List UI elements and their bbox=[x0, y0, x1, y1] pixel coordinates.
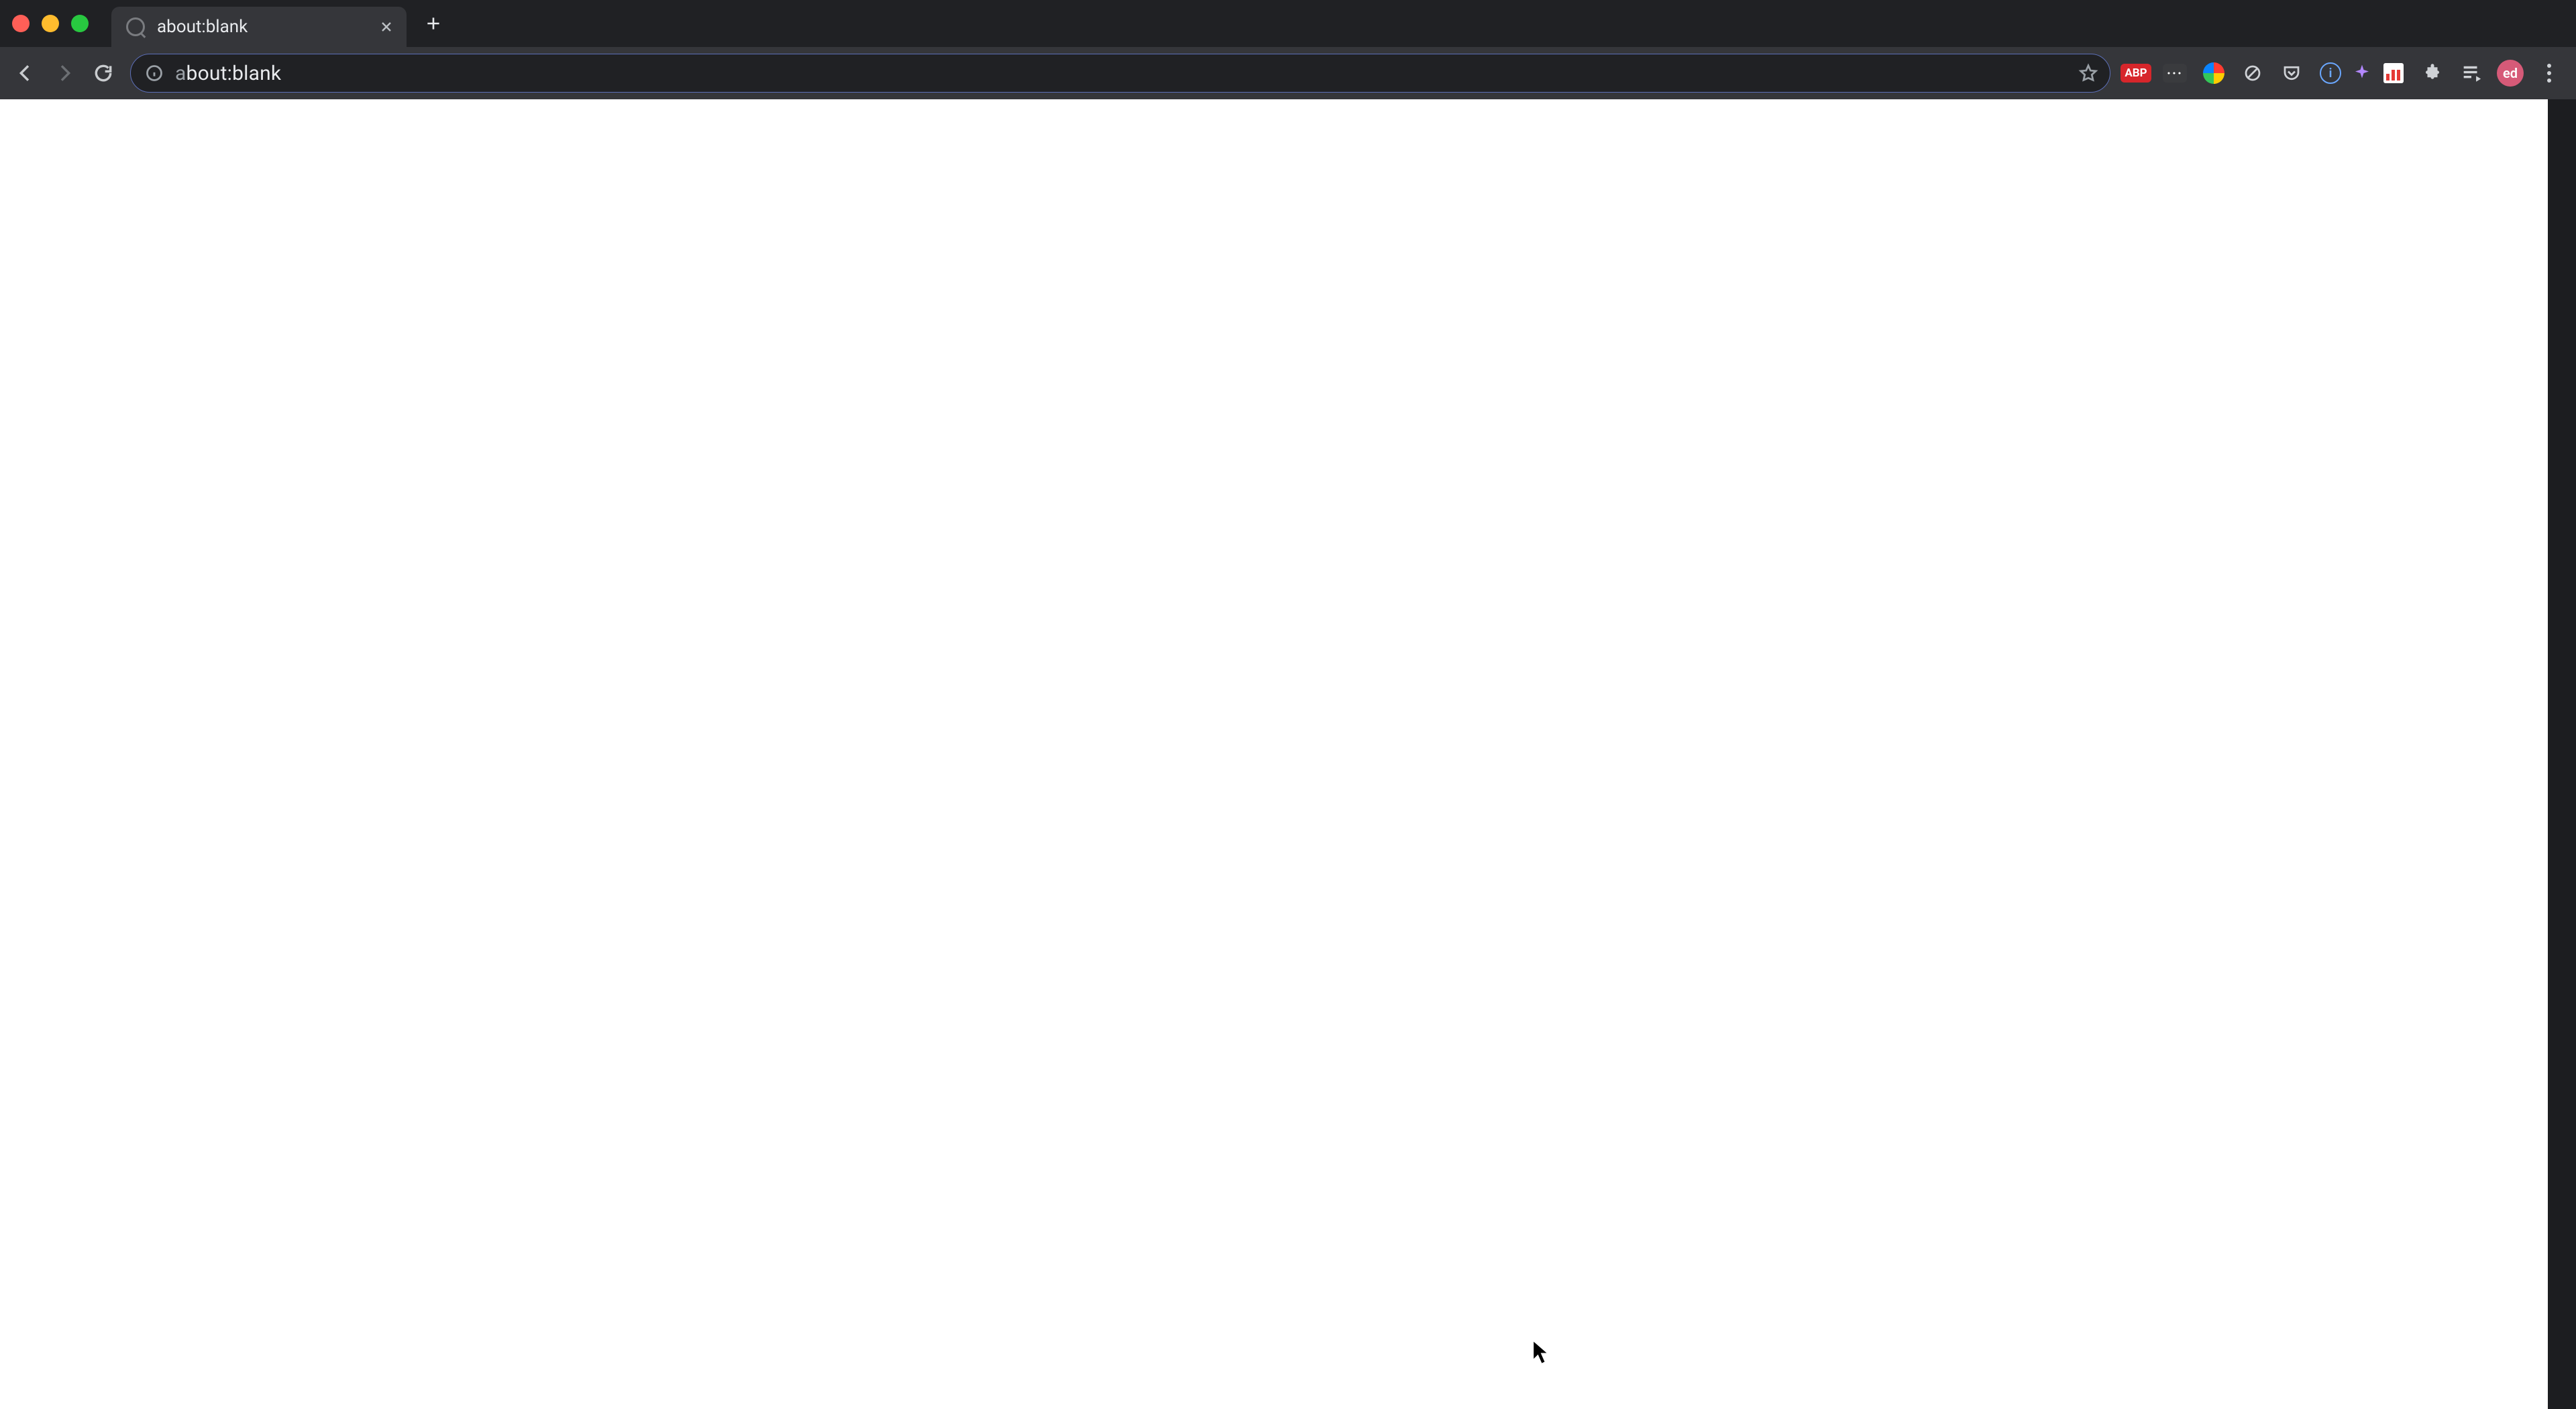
extensions-menu-button[interactable] bbox=[2415, 56, 2450, 91]
site-info-icon[interactable] bbox=[143, 62, 166, 85]
browser-chrome: about:blank about:blank bbox=[0, 0, 2576, 99]
extension-color-swirl[interactable] bbox=[2196, 56, 2231, 91]
extension-info-circle[interactable]: i bbox=[2313, 56, 2348, 91]
tab-strip: about:blank bbox=[0, 0, 2576, 47]
puzzle-icon bbox=[2422, 63, 2443, 83]
avatar-initials: ed bbox=[2503, 65, 2518, 81]
pocket-icon bbox=[2282, 63, 2302, 83]
reload-button[interactable] bbox=[85, 54, 122, 92]
circle-slash-icon bbox=[2243, 63, 2263, 83]
browser-tab[interactable]: about:blank bbox=[111, 7, 407, 47]
url-text: about:blank bbox=[175, 62, 281, 85]
tab-close-button[interactable] bbox=[377, 17, 396, 36]
extension-purple-star[interactable] bbox=[2352, 63, 2372, 83]
profile-avatar[interactable]: ed bbox=[2497, 60, 2524, 87]
kebab-icon bbox=[2546, 63, 2552, 83]
address-bar[interactable]: about:blank bbox=[130, 54, 2110, 93]
chrome-menu-button[interactable] bbox=[2532, 56, 2567, 91]
media-controls-button[interactable] bbox=[2454, 56, 2489, 91]
window-controls bbox=[12, 15, 89, 32]
info-circle-icon: i bbox=[2320, 62, 2341, 84]
forward-button[interactable] bbox=[46, 54, 83, 92]
window-zoom-button[interactable] bbox=[71, 15, 89, 32]
extension-bar-chart[interactable] bbox=[2376, 56, 2411, 91]
blank-page-icon bbox=[126, 17, 145, 36]
extension-abp[interactable]: ABP bbox=[2118, 56, 2153, 91]
window-right-edge bbox=[2548, 99, 2576, 1409]
abp-icon: ABP bbox=[2121, 64, 2151, 83]
back-button[interactable] bbox=[7, 54, 44, 92]
extension-pocket[interactable] bbox=[2274, 56, 2309, 91]
dark-badge-icon: ··· bbox=[2163, 64, 2187, 83]
bookmark-star-icon[interactable] bbox=[2075, 60, 2102, 87]
toolbar: about:blank ABP ··· bbox=[0, 47, 2576, 99]
extension-grey-slash[interactable] bbox=[2235, 56, 2270, 91]
tab-title: about:blank bbox=[157, 17, 377, 37]
bar-chart-icon bbox=[2383, 63, 2404, 83]
playlist-icon bbox=[2460, 62, 2483, 85]
window-minimize-button[interactable] bbox=[42, 15, 59, 32]
page-viewport bbox=[0, 99, 2576, 1409]
color-swirl-icon bbox=[2203, 62, 2224, 84]
window-close-button[interactable] bbox=[12, 15, 30, 32]
new-tab-button[interactable] bbox=[419, 9, 448, 38]
extension-dark-badge[interactable]: ··· bbox=[2157, 56, 2192, 91]
toolbar-right-cluster: ABP ··· i bbox=[2118, 56, 2569, 91]
sparkle-icon bbox=[2352, 63, 2372, 83]
